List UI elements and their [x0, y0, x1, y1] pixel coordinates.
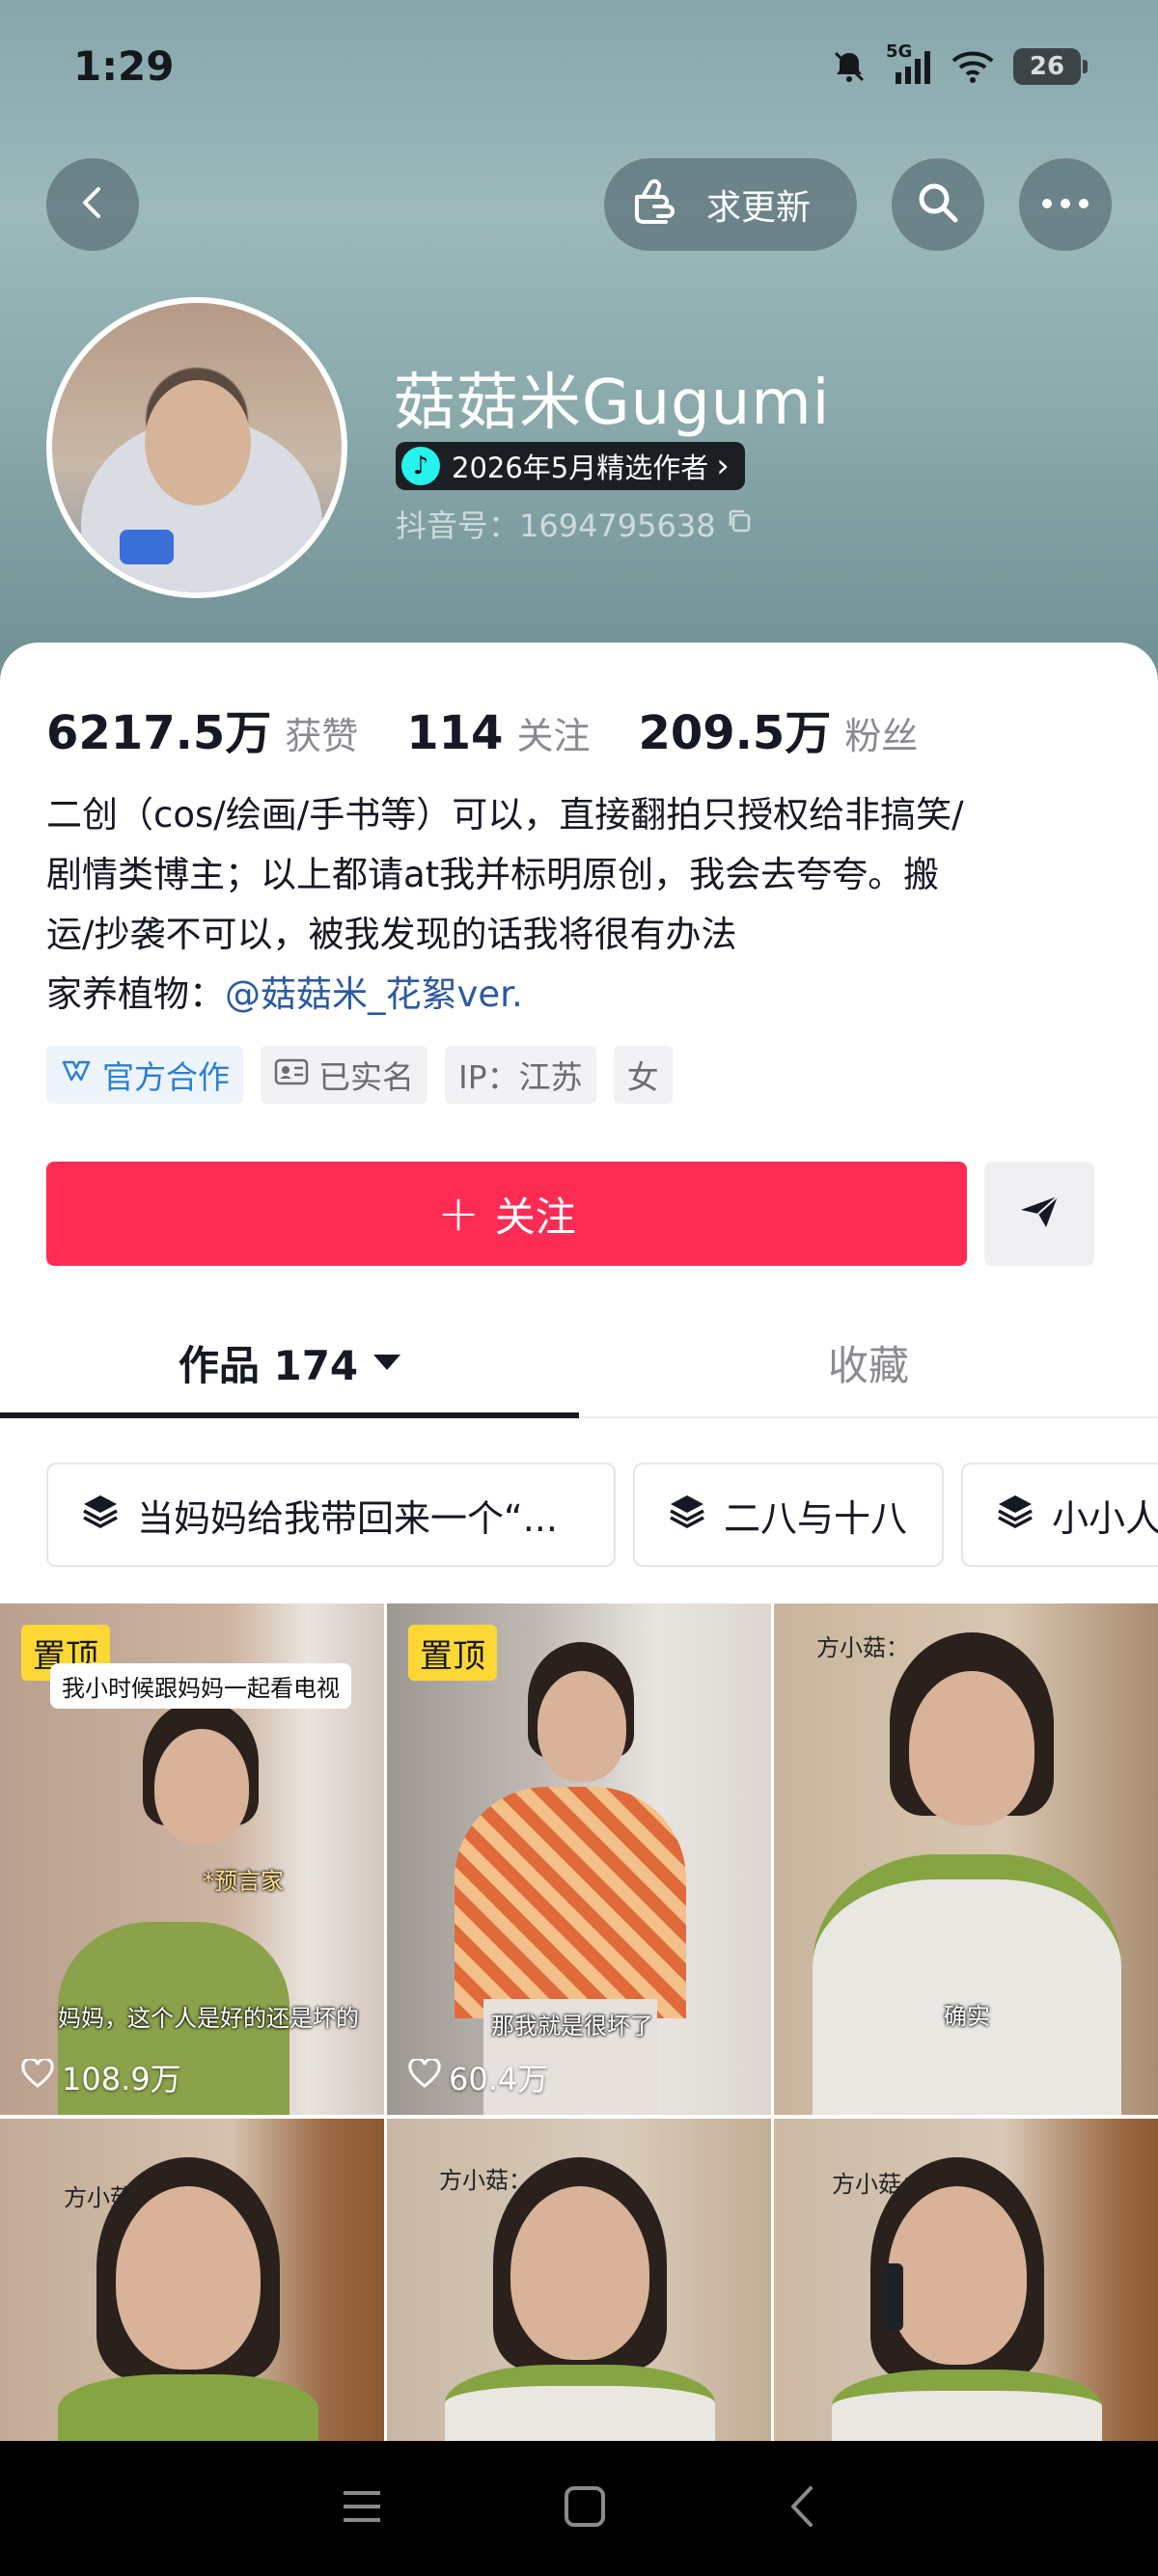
collections-row: 当妈妈给我带回来一个“... 二八与十八 小小人: [46, 1463, 1158, 1567]
video-thumbnail[interactable]: 方小菇： 确实: [774, 1603, 1158, 2115]
profile-bio: 二创（cos/绘画/手书等）可以，直接翻拍只授权给非搞笑/ 剧情类博主；以上都请…: [46, 785, 1117, 1025]
plus-icon: +: [437, 1185, 480, 1243]
bio-line: 二创（cos/绘画/手书等）可以，直接翻拍只授权给非搞笑/: [46, 794, 964, 836]
search-icon: [915, 179, 961, 230]
badge-text: 2026年5月精选作者: [452, 452, 709, 484]
follow-button[interactable]: + 关注: [46, 1162, 967, 1266]
douyin-id[interactable]: 抖音号：1694795638: [396, 502, 753, 546]
status-icons: 5G 26: [830, 41, 1088, 91]
collection-chip[interactable]: 当妈妈给我带回来一个“...: [46, 1463, 616, 1567]
likes-label: 获赞: [285, 715, 359, 757]
content-tabs: 作品 174 收藏: [0, 1306, 1158, 1418]
wifi-icon: [950, 47, 996, 86]
cellular-signal-icon: 5G: [886, 41, 932, 86]
tag-gender: 女: [613, 1046, 673, 1104]
profile-name: 菇菇米Gugumi: [394, 368, 831, 439]
profile-tags: 官方合作 已实名 IP：江苏 女: [46, 1046, 673, 1104]
video-thumbnail[interactable]: 方小菇：: [387, 2119, 771, 2441]
status-time: 1:29: [73, 42, 175, 90]
bio-mention-link[interactable]: @菇菇米_花絮ver.: [225, 973, 523, 1015]
featured-creator-badge[interactable]: ♪ 2026年5月精选作者 ›: [396, 442, 745, 490]
mute-bell-icon: [830, 47, 868, 86]
layers-icon: [996, 1493, 1034, 1538]
layers-icon: [81, 1493, 120, 1538]
send-message-button[interactable]: [984, 1162, 1094, 1266]
more-options-button[interactable]: [1019, 158, 1112, 251]
back-nav-icon[interactable]: [786, 2484, 818, 2533]
video-likes: 108.9万: [21, 2055, 181, 2099]
pinned-badge: 置顶: [408, 1625, 497, 1681]
video-caption: 我小时候跟妈妈一起看电视: [50, 1663, 351, 1709]
video-caption: *预言家: [203, 1868, 284, 1895]
request-update-button[interactable]: 求更新: [604, 158, 857, 251]
likes-count: 6217.5万: [46, 706, 272, 760]
network-type-label: 5G: [886, 41, 913, 62]
bio-line: 运/抄袭不可以，被我发现的话我将很有办法: [46, 914, 737, 955]
system-navigation-bar: [0, 2441, 1158, 2576]
video-caption: 方小菇：: [64, 2184, 156, 2211]
tab-favorites-label: 收藏: [827, 1341, 909, 1389]
chevron-right-icon: ›: [716, 447, 730, 485]
likes-count: 60.4万: [449, 2061, 549, 2097]
tag-official-cooperation[interactable]: 官方合作: [46, 1046, 243, 1104]
menu-icon[interactable]: [340, 2487, 384, 2530]
followers-count[interactable]: 209.5万: [638, 695, 831, 762]
caret-down-icon: [373, 1355, 401, 1370]
likes-count: 108.9万: [62, 2061, 181, 2097]
video-caption: 确实: [944, 2003, 990, 2030]
tab-works-label: 作品 174: [178, 1341, 359, 1389]
video-likes: 60.4万: [408, 2055, 548, 2099]
video-caption: 妈妈，这个人是好的还是坏的: [58, 2005, 359, 2032]
status-bar: 1:29 5G 26: [0, 0, 1158, 135]
collection-label: 小小人: [1052, 1496, 1158, 1540]
official-cooperation-icon: [60, 1055, 93, 1095]
following-count[interactable]: 114: [406, 706, 503, 760]
video-caption: 那我就是很坏了: [491, 2013, 653, 2040]
more-dots-icon: [1040, 196, 1090, 214]
id-card-icon: [274, 1056, 309, 1094]
video-caption: 方小菇：: [816, 1634, 909, 1661]
tag-label: 已实名: [318, 1058, 414, 1096]
back-button[interactable]: [46, 158, 139, 251]
tag-label: 官方合作: [102, 1058, 230, 1096]
profile-avatar[interactable]: [46, 297, 347, 598]
collection-chip[interactable]: 小小人: [961, 1463, 1158, 1567]
tab-works[interactable]: 作品 174: [0, 1306, 579, 1418]
profile-header: 1:29 5G 26 求更新 菇菇米Gugumi ♪ 2026年5月精选作者 ›…: [0, 0, 1158, 695]
heart-icon: [408, 2057, 441, 2096]
paper-plane-icon: [1017, 1192, 1062, 1235]
copy-icon[interactable]: [726, 506, 753, 542]
heart-icon: [21, 2057, 54, 2096]
video-thumbnail[interactable]: 置顶 那我就是很坏了 60.4万: [387, 1603, 771, 2115]
video-caption: 方小菇：: [832, 2171, 924, 2198]
active-tab-indicator: [0, 1412, 579, 1418]
collection-label: 二八与十八: [724, 1496, 908, 1540]
tab-favorites[interactable]: 收藏: [579, 1306, 1158, 1418]
video-caption: 方小菇：: [439, 2167, 532, 2194]
search-button[interactable]: [892, 158, 984, 251]
back-arrow-icon: [73, 183, 112, 226]
layers-icon: [668, 1493, 706, 1538]
video-thumbnail[interactable]: 方小菇：: [0, 2119, 384, 2441]
collection-label: 当妈妈给我带回来一个“...: [137, 1496, 558, 1540]
tag-verified-name: 已实名: [261, 1046, 427, 1104]
request-update-label: 求更新: [706, 188, 812, 228]
pointing-hand-icon: [631, 176, 693, 234]
tag-ip-location: IP：江苏: [445, 1046, 596, 1104]
video-thumbnail[interactable]: 置顶 我小时候跟妈妈一起看电视 *预言家 妈妈，这个人是好的还是坏的 108.9…: [0, 1603, 384, 2115]
battery-indicator: 26: [1013, 48, 1088, 85]
douyin-id-text: 抖音号：1694795638: [396, 507, 716, 544]
collection-chip[interactable]: 二八与十八: [633, 1463, 944, 1567]
profile-stats: 6217.5万 获赞 114 关注 209.5万 粉丝: [46, 695, 966, 762]
followers-label[interactable]: 粉丝: [844, 706, 918, 759]
follow-label: 关注: [494, 1192, 576, 1241]
bio-plant-label: 家养植物：: [46, 973, 225, 1015]
bio-line: 剧情类博主；以上都请at我并标明原创，我会去夸夸。搬: [46, 854, 940, 895]
following-label[interactable]: 关注: [516, 706, 590, 759]
bio-line: 家养植物：@菇菇米_花絮ver.: [46, 965, 1117, 1025]
home-icon[interactable]: [563, 2484, 607, 2533]
douyin-logo-icon: ♪: [401, 447, 440, 485]
video-thumbnail[interactable]: 方小菇：: [774, 2119, 1158, 2441]
